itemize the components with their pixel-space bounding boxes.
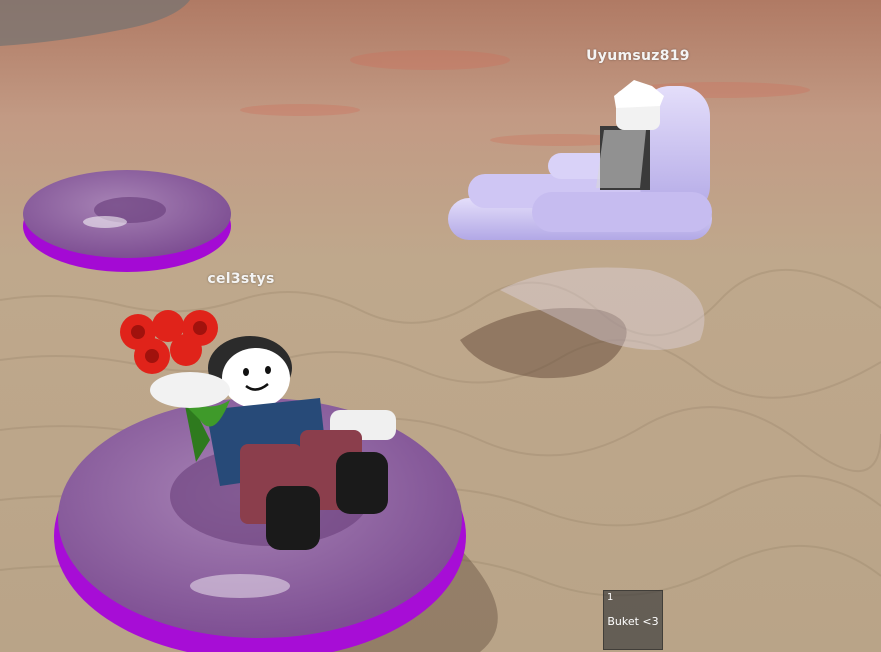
swim-ring-back xyxy=(23,170,231,272)
game-viewport[interactable]: Uyumsuz819 cel3stys 1 Buket <3 xyxy=(0,0,881,652)
world-render xyxy=(0,0,881,652)
player-nametag: cel3stys xyxy=(207,271,275,287)
hotbar-slot-label: Buket <3 xyxy=(607,615,659,628)
hotbar-slot-number: 1 xyxy=(607,592,614,603)
hotbar-slot-1[interactable]: 1 Buket <3 xyxy=(603,590,663,650)
player-nametag: Uyumsuz819 xyxy=(586,48,690,64)
